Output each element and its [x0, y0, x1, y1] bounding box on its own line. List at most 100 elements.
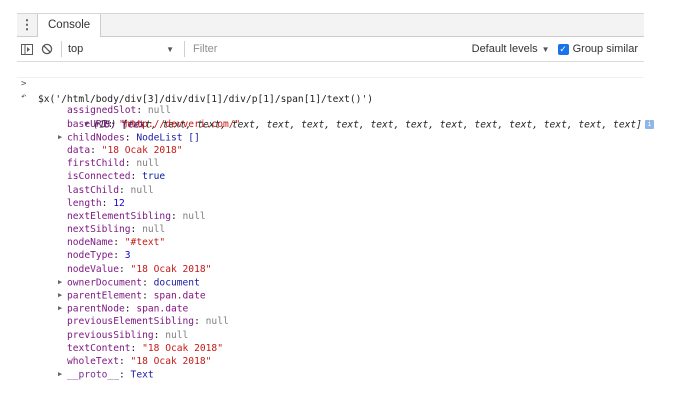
property-row: length: 12: [17, 197, 644, 210]
property-key: data: [67, 144, 91, 156]
property-value: Text: [130, 369, 154, 381]
property-value: 3: [124, 250, 131, 262]
property-key: __proto__: [67, 369, 119, 381]
property-row[interactable]: ▶ ownerDocument: document: [17, 276, 644, 289]
expand-triangle-icon[interactable]: ▶: [58, 368, 67, 381]
property-key: firstChild: [67, 158, 125, 170]
property-separator: :: [194, 316, 206, 328]
property-value: "18 Ocak 2018": [101, 144, 183, 156]
result-summary-line[interactable]: ↶ ▼ (15) [text, text, text, text, text, t…: [17, 78, 654, 130]
property-value: NodeList []: [136, 132, 200, 144]
group-similar-label: Group similar: [572, 43, 638, 55]
property-key: nextElementSibling: [67, 210, 171, 222]
levels-label: Default levels: [471, 43, 538, 55]
property-value: null: [142, 224, 166, 236]
property-key: isConnected: [67, 171, 131, 183]
property-value: null: [147, 105, 171, 117]
property-separator: :: [90, 144, 102, 156]
property-value: span.date: [153, 290, 206, 302]
context-selector[interactable]: top ▼: [66, 43, 180, 55]
property-value: span.date: [136, 303, 189, 315]
property-row: lastChild: null: [17, 184, 644, 197]
property-separator: :: [142, 290, 154, 302]
context-value: top: [68, 43, 84, 55]
property-key: parentNode: [67, 303, 125, 315]
property-row[interactable]: ▶ __proto__: Text: [17, 368, 644, 381]
property-separator: :: [170, 210, 183, 222]
property-row[interactable]: ▶ parentNode: span.date: [17, 302, 644, 315]
property-row: assignedSlot: null: [17, 104, 644, 117]
expand-triangle-icon[interactable]: ▶: [58, 276, 67, 289]
property-separator: :: [118, 369, 131, 381]
property-row[interactable]: ▶ childNodes: NodeList []: [17, 131, 644, 144]
property-value: 12: [113, 197, 125, 209]
property-key: nextSibling: [67, 224, 131, 236]
property-value: true: [142, 171, 166, 183]
tab-console[interactable]: Console: [37, 14, 102, 37]
info-icon[interactable]: i: [644, 119, 654, 129]
property-row: nodeValue: "18 Ocak 2018": [17, 263, 644, 276]
property-key: textContent: [67, 342, 131, 354]
toolbar-divider: [61, 41, 62, 57]
property-row: wholeText: "18 Ocak 2018": [17, 355, 644, 368]
property-value: null: [130, 184, 154, 196]
property-key: previousElementSibling: [67, 316, 195, 328]
property-row: isConnected: true: [17, 170, 644, 183]
property-row: data: "18 Ocak 2018": [17, 144, 644, 157]
property-separator: :: [124, 303, 137, 315]
property-list: assignedSlot: null baseURI: "http://devve…: [17, 104, 644, 381]
property-separator: :: [113, 237, 125, 249]
property-key: wholeText: [67, 355, 119, 367]
property-row: textContent: "18 Ocak 2018": [17, 342, 644, 355]
property-row: baseURI: "http://devveri.com/": [17, 118, 644, 131]
property-key: previousSibling: [67, 329, 154, 341]
property-separator: :: [130, 224, 143, 236]
console-command-line: > $x('/html/body/div[3]/div/div[1]/div/p…: [17, 62, 644, 105]
property-key: parentElement: [67, 290, 143, 302]
property-separator: :: [113, 250, 125, 262]
property-row: previousElementSibling: null: [17, 315, 644, 328]
property-separator: :: [153, 329, 166, 341]
property-value: null: [165, 329, 189, 341]
property-row: nodeName: "#text": [17, 236, 644, 249]
property-separator: :: [118, 355, 131, 367]
property-value: document: [153, 277, 200, 289]
property-key: childNodes: [67, 132, 125, 144]
property-value: null: [205, 316, 229, 328]
filter-input[interactable]: Filter: [189, 40, 472, 58]
property-value: "#text": [124, 237, 166, 249]
expand-triangle-icon[interactable]: ▶: [58, 289, 67, 302]
chevron-down-icon: ▼: [541, 44, 550, 54]
property-row: nodeType: 3: [17, 249, 644, 262]
expand-triangle-icon[interactable]: ▶: [58, 302, 67, 315]
clear-console-icon[interactable]: [37, 39, 57, 59]
property-row: nextElementSibling: null: [17, 210, 644, 223]
checkbox-checked-icon[interactable]: ✓: [557, 43, 569, 55]
log-levels-dropdown[interactable]: Default levels ▼: [472, 43, 550, 55]
property-row: previousSibling: null: [17, 329, 644, 342]
console-output: > $x('/html/body/div[3]/div/div[1]/div/p…: [17, 62, 654, 381]
property-key: lastChild: [67, 184, 119, 196]
property-separator: :: [124, 132, 137, 144]
property-key: nodeType: [67, 250, 114, 262]
property-separator: :: [142, 277, 154, 289]
expand-triangle-icon[interactable]: ▶: [58, 131, 67, 144]
group-similar-toggle[interactable]: ✓ Group similar: [557, 43, 638, 55]
more-tabs-icon[interactable]: ⋮: [17, 14, 37, 36]
property-key: nodeValue: [67, 263, 119, 275]
array-item-line[interactable]: ▼ 0: text: [17, 91, 644, 130]
property-value: "18 Ocak 2018": [130, 355, 212, 367]
property-separator: :: [130, 171, 143, 183]
property-row[interactable]: ▶ parentElement: span.date: [17, 289, 644, 302]
property-value: "http://devveri.com/": [119, 118, 241, 130]
property-key: baseURI: [67, 118, 108, 130]
property-separator: :: [130, 342, 143, 354]
chevron-down-icon: ▼: [166, 44, 174, 54]
property-key: nodeName: [67, 237, 114, 249]
sidebar-toggle-icon[interactable]: [17, 39, 37, 59]
property-value: "18 Ocak 2018": [130, 263, 212, 275]
property-separator: :: [107, 118, 119, 130]
toolbar-divider: [184, 41, 185, 57]
property-value: "18 Ocak 2018": [142, 342, 223, 354]
property-separator: :: [136, 105, 148, 117]
